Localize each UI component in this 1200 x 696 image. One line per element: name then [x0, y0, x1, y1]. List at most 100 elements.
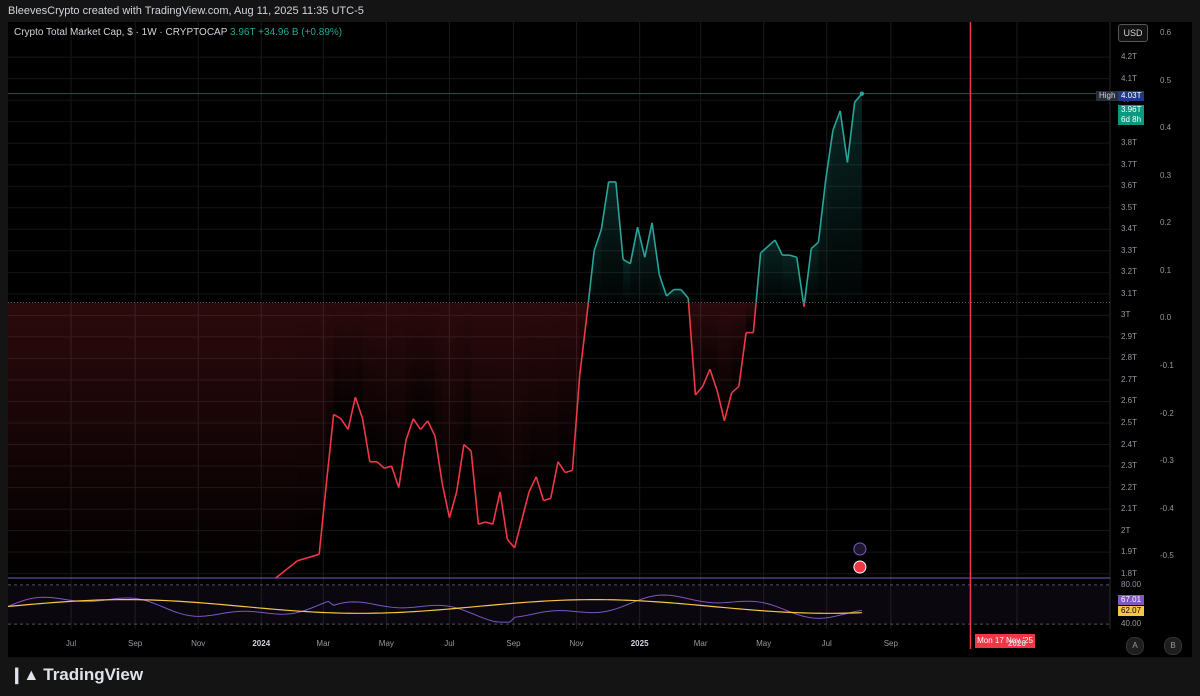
y-tick-label: 2.3T	[1121, 461, 1138, 471]
y-tick-label: 3.2T	[1121, 267, 1138, 277]
y-tick-label: 1.8T	[1121, 568, 1138, 578]
secondary-tick-label: 0.0	[1160, 313, 1172, 323]
area-segment	[492, 302, 501, 525]
last-point	[859, 91, 865, 96]
us-flag-event-icon	[853, 560, 867, 574]
secondary-tick-label: -0.5	[1160, 551, 1174, 561]
area-segment	[724, 302, 732, 421]
log-scale-button[interactable]: B	[1164, 637, 1182, 655]
symbol-name: Crypto Total Market Cap, $ · 1W · CRYPTO…	[14, 27, 228, 38]
x-tick-label: Sep	[128, 639, 143, 648]
x-tick-label: Jul	[65, 639, 77, 648]
area-segment	[746, 302, 754, 333]
rsi-ma-value-tag: 62.07	[1118, 606, 1145, 616]
high-value-tag: 4.03T	[1118, 91, 1145, 101]
area-segment	[514, 302, 522, 548]
area-segment	[507, 302, 515, 548]
area-segment	[811, 242, 819, 303]
area-segment	[608, 181, 616, 303]
secondary-tick-label: 0.4	[1160, 123, 1172, 133]
area-segment	[673, 289, 681, 303]
area-segment	[369, 302, 378, 462]
last-price-tag: 3.96T 6d 8h	[1118, 105, 1145, 125]
y-tick-label: 3.8T	[1121, 138, 1138, 148]
area-segment	[760, 246, 768, 303]
price-chart[interactable]	[8, 22, 1192, 657]
secondary-tick-label: 0.6	[1160, 28, 1172, 37]
x-tick-label: May	[756, 639, 772, 648]
area-segment	[601, 181, 609, 303]
secondary-tick-label: 0.3	[1160, 170, 1172, 180]
y-tick-label: 2.6T	[1121, 396, 1138, 406]
last-price: 3.96T	[230, 27, 256, 38]
bar-countdown: 6d 8h	[1121, 115, 1142, 124]
area-segment	[818, 179, 826, 303]
area-segment	[536, 302, 544, 501]
x-tick-label: Jul	[444, 639, 455, 648]
x-tick-label: 2025	[630, 639, 649, 648]
rsi-tick-label: 80.00	[1121, 579, 1142, 589]
y-tick-label: 3.1T	[1121, 288, 1138, 298]
x-tick-label: Mar	[316, 639, 331, 648]
area-segment	[543, 302, 551, 501]
footer: ❙▲ TradingView A B	[0, 637, 1200, 696]
area-segment	[529, 302, 537, 492]
x-tick-label: Jul	[821, 639, 832, 648]
x-tick-label: Nov	[191, 639, 206, 648]
secondary-tick-label: -0.3	[1160, 456, 1174, 466]
area-segment	[832, 110, 841, 303]
tradingview-logo[interactable]: ❙▲ TradingView	[10, 665, 143, 685]
chart-area[interactable]	[8, 22, 1192, 657]
area-segment	[854, 93, 862, 303]
x-tick-label: 2026	[1008, 639, 1026, 648]
attribution-bar: BleevesCrypto created with TradingView.c…	[0, 0, 1200, 22]
secondary-tick-label: 0.2	[1160, 218, 1172, 228]
price-line-segment	[803, 302, 806, 307]
area-segment	[449, 302, 457, 518]
area-segment	[695, 302, 703, 396]
rsi-value-tag: 67.01	[1118, 595, 1145, 605]
y-tick-label: 4.2T	[1121, 52, 1138, 62]
area-segment	[565, 302, 573, 473]
y-tick-label: 3.6T	[1121, 181, 1138, 191]
area-segment	[630, 227, 638, 303]
y-tick-label: 3.4T	[1121, 224, 1138, 234]
y-tick-label: 3.5T	[1121, 202, 1138, 212]
area-segment	[340, 302, 349, 430]
y-tick-label: 4.1T	[1121, 73, 1138, 83]
price-change: +34.96 B (+0.89%)	[258, 27, 343, 38]
symbol-legend[interactable]: Crypto Total Market Cap, $ · 1W · CRYPTO…	[14, 27, 342, 38]
area-segment	[427, 302, 435, 436]
lightning-event-icon	[853, 542, 867, 556]
attribution-text: BleevesCrypto created with TradingView.c…	[8, 5, 364, 17]
y-tick-label: 2.9T	[1121, 331, 1138, 341]
x-tick-label: Mar	[693, 639, 708, 648]
secondary-tick-label: -0.4	[1160, 503, 1174, 513]
secondary-tick-label: 0.1	[1160, 265, 1172, 275]
rsi-pane	[8, 577, 1110, 625]
area-segment	[521, 302, 530, 520]
x-tick-label: 2024	[252, 639, 271, 648]
y-tick-label: 1.9T	[1121, 547, 1138, 557]
area-fills	[8, 93, 862, 578]
high-label-tag: High	[1096, 91, 1119, 101]
area-segment	[485, 302, 493, 525]
y-tick-label: 3T	[1121, 310, 1131, 320]
currency-button[interactable]: USD	[1118, 24, 1148, 42]
y-tick-label: 2T	[1121, 525, 1131, 535]
area-segment	[731, 302, 739, 393]
area-segment	[637, 227, 645, 303]
area-segment	[644, 222, 653, 303]
x-tick-label: Nov	[569, 639, 584, 648]
rsi-band	[8, 584, 1110, 625]
y-tick-label: 3.7T	[1121, 159, 1138, 169]
area-segment	[623, 259, 631, 303]
area-segment	[275, 302, 298, 578]
area-segment	[384, 302, 392, 469]
auto-scale-button[interactable]: A	[1126, 637, 1144, 655]
area-segment	[782, 255, 790, 303]
secondary-tick-label: -0.2	[1160, 408, 1174, 418]
area-segment	[463, 302, 472, 451]
area-segment	[789, 255, 797, 303]
area-segment	[333, 302, 341, 419]
